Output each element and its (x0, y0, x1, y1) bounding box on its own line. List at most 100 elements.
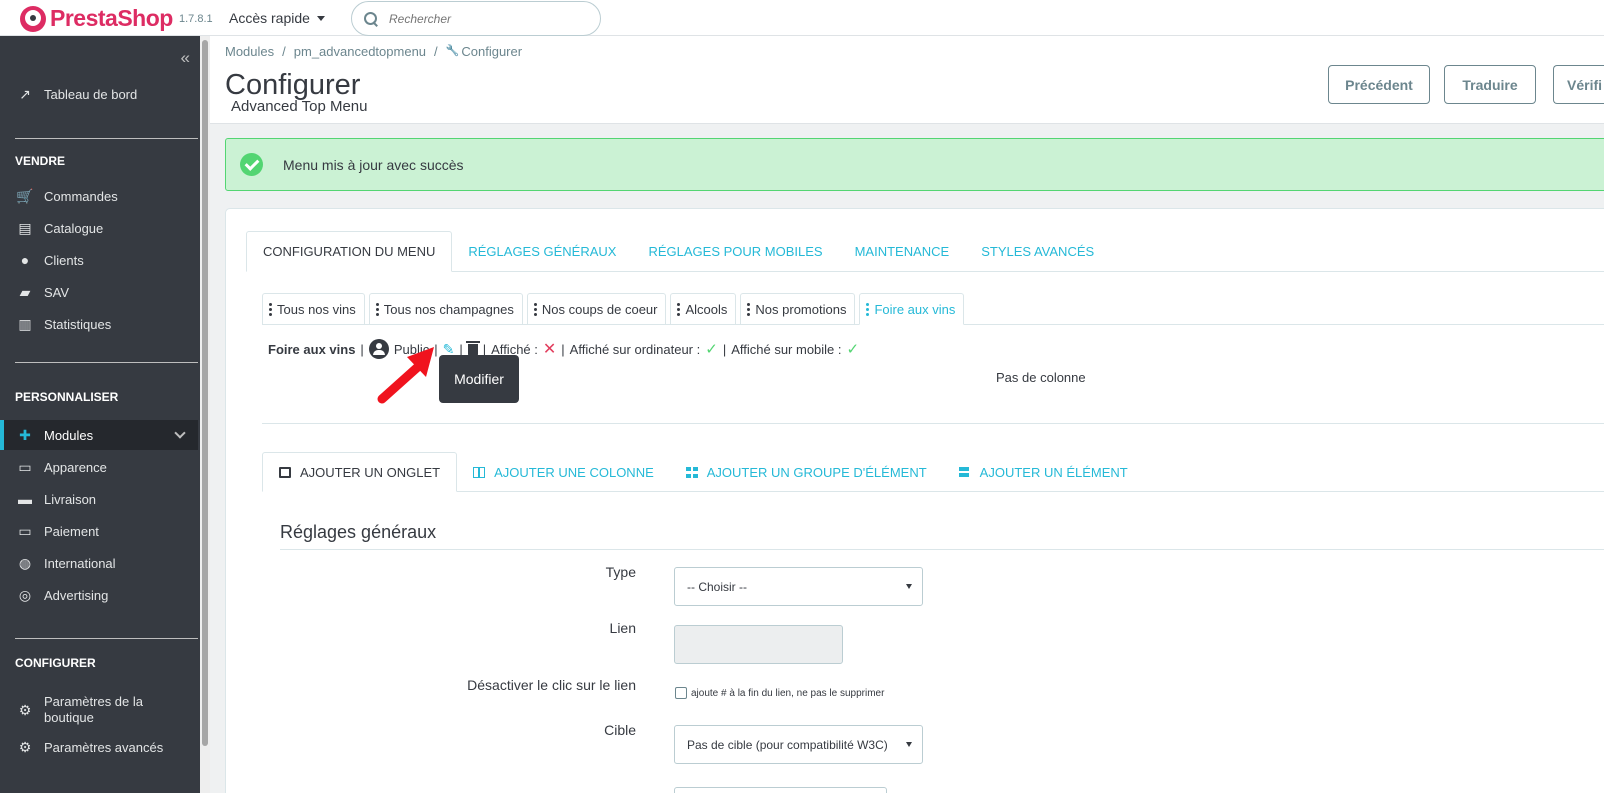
menu-tab-active[interactable]: Foire aux vins (859, 293, 965, 325)
breadcrumb-item: Configurer (461, 44, 523, 59)
tab-add-column[interactable]: AJOUTER UNE COLONNE (457, 452, 670, 492)
basket-icon: 🛒 (16, 187, 34, 204)
drag-handle-icon[interactable] (866, 301, 870, 318)
link-label: Lien (609, 620, 636, 636)
tab-add-element[interactable]: AJOUTER UN ÉLÉMENT (943, 452, 1144, 492)
sidebar-item-modules[interactable]: ✚ Modules (0, 420, 198, 450)
alert-text: Menu mis à jour avec succès (283, 156, 464, 173)
search-input[interactable] (389, 11, 579, 26)
sidebar-item-sav[interactable]: ▰ SAV (0, 277, 198, 307)
drag-handle-icon[interactable] (375, 301, 379, 318)
section-underline (280, 549, 1604, 550)
sidebar-item-orders[interactable]: 🛒 Commandes (0, 181, 198, 211)
add-tabs: AJOUTER UN ONGLET AJOUTER UNE COLONNE AJ… (262, 452, 1604, 492)
sidebar-item-advanced-params[interactable]: ⚙ Paramètres avancés (0, 732, 198, 762)
sidebar-item-label: Apparence (44, 459, 107, 475)
quick-access-label: Accès rapide (229, 10, 310, 26)
sidebar-item-label: Clients (44, 252, 84, 268)
target-select[interactable]: Pas de cible (pour compatibilité W3C) (674, 725, 923, 764)
config-tabs: CONFIGURATION DU MENU RÉGLAGES GÉNÉRAUX … (246, 231, 1604, 272)
desktop-icon: ▭ (18, 458, 32, 475)
page-header: Modules / pm_advancedtopmenu / 🔧 Configurer… (210, 36, 1604, 124)
tab-info-line: Foire aux vins | Public | ✎ | | Affiché … (268, 339, 860, 359)
truck-icon: ▬ (18, 491, 32, 507)
target-icon: ◎ (18, 586, 32, 603)
sidebar-item-international[interactable]: ◍ International (0, 548, 198, 578)
check-icon[interactable]: ✓ (705, 340, 718, 358)
credit-card-icon: ▭ (18, 522, 32, 539)
tab-add-element-group[interactable]: AJOUTER UN GROUPE D'ÉLÉMENT (670, 452, 943, 492)
sidebar-scrollbar[interactable] (200, 36, 210, 793)
drag-handle-icon[interactable] (747, 301, 751, 318)
page-subtitle: Advanced Top Menu (231, 98, 368, 115)
menu-tab[interactable]: Alcools (670, 293, 737, 325)
section-title: Réglages généraux (280, 522, 437, 542)
sidebar-item-customers[interactable]: ● Clients (0, 245, 198, 275)
drag-handle-icon[interactable] (677, 301, 681, 318)
sidebar-item-dashboard[interactable]: ↗ Tableau de bord (0, 79, 198, 109)
sidebar-item-label: Statistiques (44, 316, 112, 332)
disable-click-label: Désactiver le clic sur le lien (467, 677, 636, 693)
translate-button[interactable]: Traduire (1444, 65, 1536, 104)
scrollbar-thumb[interactable] (202, 40, 208, 746)
sidebar-item-payment[interactable]: ▭ Paiement (0, 516, 198, 546)
prestashop-logo[interactable]: PrestaShop (20, 5, 173, 32)
quick-access-dropdown[interactable]: Accès rapide (229, 10, 325, 26)
tab-mobile-settings[interactable]: RÉGLAGES POUR MOBILES (632, 231, 838, 272)
sidebar-item-advertising[interactable]: ◎ Advertising (0, 580, 198, 610)
sidebar-item-label: Modules (44, 427, 94, 443)
sidebar-item-label: Commandes (44, 188, 118, 204)
grid-icon (685, 466, 698, 478)
menu-tab[interactable]: Tous nos vins (262, 293, 365, 325)
tab-add-tab[interactable]: AJOUTER UN ONGLET (262, 452, 458, 492)
tab-menu-config[interactable]: CONFIGURATION DU MENU (246, 231, 453, 272)
no-column-text: Pas de colonne (996, 370, 1086, 385)
type-label: Type (605, 564, 636, 580)
settings-box-icon: ⚙ (18, 738, 32, 755)
chat-icon: ▰ (19, 283, 31, 300)
sidebar-item-shop-params[interactable]: ⚙ Paramètres de la boutique (0, 690, 198, 730)
config-panel: CONFIGURATION DU MENU RÉGLAGES GÉNÉRAUX … (225, 208, 1604, 793)
logo-text: PrestaShop (50, 5, 173, 31)
search-box (351, 1, 601, 36)
breadcrumb-item[interactable]: pm_advancedtopmenu (294, 44, 426, 59)
sidebar-divider (15, 638, 198, 639)
displayed-desktop-label: Affiché sur ordinateur : (569, 341, 701, 357)
type-select[interactable]: -- Choisir -- (674, 567, 923, 606)
check-update-button[interactable]: Vérifi (1553, 65, 1604, 104)
collapse-sidebar-icon[interactable]: « (181, 48, 190, 68)
type-select-value: -- Choisir -- (687, 579, 747, 594)
sidebar-item-label: Catalogue (44, 220, 104, 236)
menu-tab[interactable]: Nos promotions (740, 293, 856, 325)
sidebar-item-catalog[interactable]: ▤ Catalogue (0, 213, 198, 243)
section-divider (262, 423, 1604, 424)
previous-button[interactable]: Précédent (1328, 65, 1430, 104)
tab-general-settings[interactable]: RÉGLAGES GÉNÉRAUX (452, 231, 632, 272)
sidebar-item-stats[interactable]: ▥ Statistiques (0, 309, 198, 339)
element-icon (958, 466, 971, 478)
next-field-input[interactable] (674, 787, 887, 793)
sidebar-item-label: International (44, 555, 116, 571)
disable-click-checkbox[interactable] (675, 687, 687, 699)
sidebar-item-label: Advertising (44, 587, 109, 603)
sidebar-section-title: PERSONNALISER (15, 390, 119, 404)
close-icon[interactable]: ✕ (543, 339, 556, 359)
menu-tab[interactable]: Nos coups de coeur (526, 293, 667, 325)
drag-handle-icon[interactable] (533, 301, 537, 318)
column-icon (473, 466, 486, 478)
sidebar-item-shipping[interactable]: ▬ Livraison (0, 484, 198, 514)
tab-icon (279, 466, 291, 478)
sidebar-divider (15, 138, 198, 139)
check-icon[interactable]: ✓ (847, 340, 860, 358)
sidebar-item-appearance[interactable]: ▭ Apparence (0, 452, 198, 482)
menu-tab[interactable]: Tous nos champagnes (368, 293, 523, 325)
tab-advanced-styles[interactable]: STYLES AVANCÉS (965, 231, 1110, 272)
puffin-logo-icon (20, 5, 46, 32)
tab-name: Foire aux vins (268, 341, 356, 357)
link-input[interactable] (674, 625, 843, 664)
breadcrumb-item[interactable]: Modules (225, 44, 274, 59)
bar-chart-icon: ▥ (18, 315, 32, 332)
wrench-icon: 🔧 (445, 45, 460, 57)
tab-maintenance[interactable]: MAINTENANCE (839, 231, 966, 272)
drag-handle-icon[interactable] (269, 301, 272, 318)
